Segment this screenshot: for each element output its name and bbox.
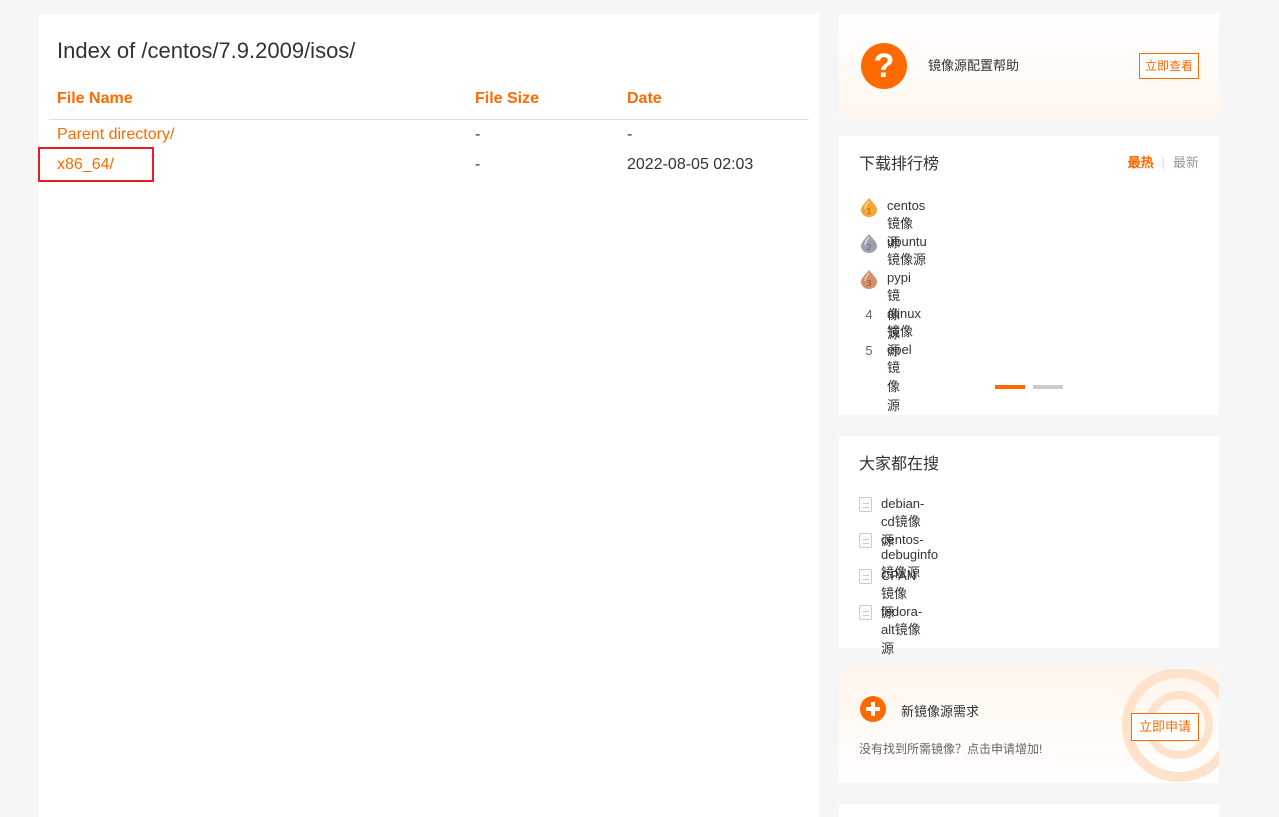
apply-request-button[interactable]: 立即申请 (1131, 713, 1199, 741)
rank-number: 3 (866, 279, 871, 288)
file-size-cell: - (475, 156, 481, 173)
ranking-title: 下载排行榜 (859, 156, 940, 173)
tab-newest[interactable]: 最新 (1173, 155, 1199, 170)
file-size-cell: - (475, 126, 481, 143)
mirror-help-card: ? 镜像源配置帮助 立即查看 (839, 14, 1219, 116)
directory-listing-panel: Index of /centos/7.9.2009/isos/ File Nam… (38, 14, 819, 817)
table-row-x86-64: x86_64/ - 2022-08-05 02:03 (38, 147, 809, 182)
rank-number: 2 (866, 243, 871, 252)
help-card-text: 镜像源配置帮助 (928, 58, 1020, 73)
page-title: Index of /centos/7.9.2009/isos/ (57, 38, 356, 63)
tab-separator: | (1161, 155, 1165, 170)
pager-dot-1[interactable] (995, 385, 1025, 389)
table-row-parent-directory: Parent directory/ - - (49, 120, 809, 150)
view-help-button[interactable]: 立即查看 (1139, 53, 1199, 79)
tab-hottest[interactable]: 最热 (1128, 155, 1154, 170)
document-icon (859, 569, 872, 584)
silver-medal-icon: 2 (861, 234, 877, 253)
ranking-item-label: epel镜像源 (887, 342, 912, 413)
request-title: 新镜像源需求 (901, 704, 980, 719)
document-icon (859, 533, 872, 548)
parent-directory-link[interactable]: Parent directory/ (57, 126, 174, 144)
document-icon (859, 497, 872, 512)
column-header-date: Date (627, 90, 662, 107)
download-ranking-card: 下载排行榜 最热|最新 1 centos镜像源 2 ubuntu镜像源 3 (839, 136, 1219, 415)
rank-number: 5 (865, 343, 873, 358)
popular-title: 大家都在搜 (859, 456, 940, 473)
question-circle-icon: ? (861, 43, 907, 89)
request-subtitle: 没有找到所需镜像？点击申请增加! (859, 742, 1043, 756)
gold-medal-icon: 1 (861, 198, 877, 217)
x86-64-folder-link[interactable]: x86_64/ (57, 156, 114, 174)
date-cell: 2022-08-05 02:03 (627, 156, 754, 173)
rank-number: 4 (865, 307, 873, 322)
table-header: File Name File Size Date (49, 88, 809, 120)
column-header-file-size: File Size (475, 90, 540, 107)
popular-item-label: fedora-alt镜像源 (881, 604, 923, 656)
ranking-item-label: ubuntu镜像源 (887, 234, 927, 267)
plus-circle-icon (860, 696, 886, 722)
file-table: File Name File Size Date Parent director… (38, 88, 809, 182)
popular-searches-card: 大家都在搜 debian-cd镜像源 centos-debuginfo镜像源 C… (839, 436, 1219, 656)
document-icon (859, 605, 872, 620)
pager-dot-2[interactable] (1033, 385, 1063, 389)
date-cell: - (627, 126, 633, 143)
column-header-file-name: File Name (57, 90, 133, 107)
ranking-tabs: 最热 | 最新 (1128, 152, 1199, 171)
bronze-medal-icon: 3 (861, 270, 877, 289)
rank-number: 1 (866, 207, 871, 216)
bottom-card-partial (839, 804, 1219, 817)
new-mirror-request-card: 新镜像源需求 没有找到所需镜像？点击申请增加! 立即申请 (839, 669, 1219, 783)
